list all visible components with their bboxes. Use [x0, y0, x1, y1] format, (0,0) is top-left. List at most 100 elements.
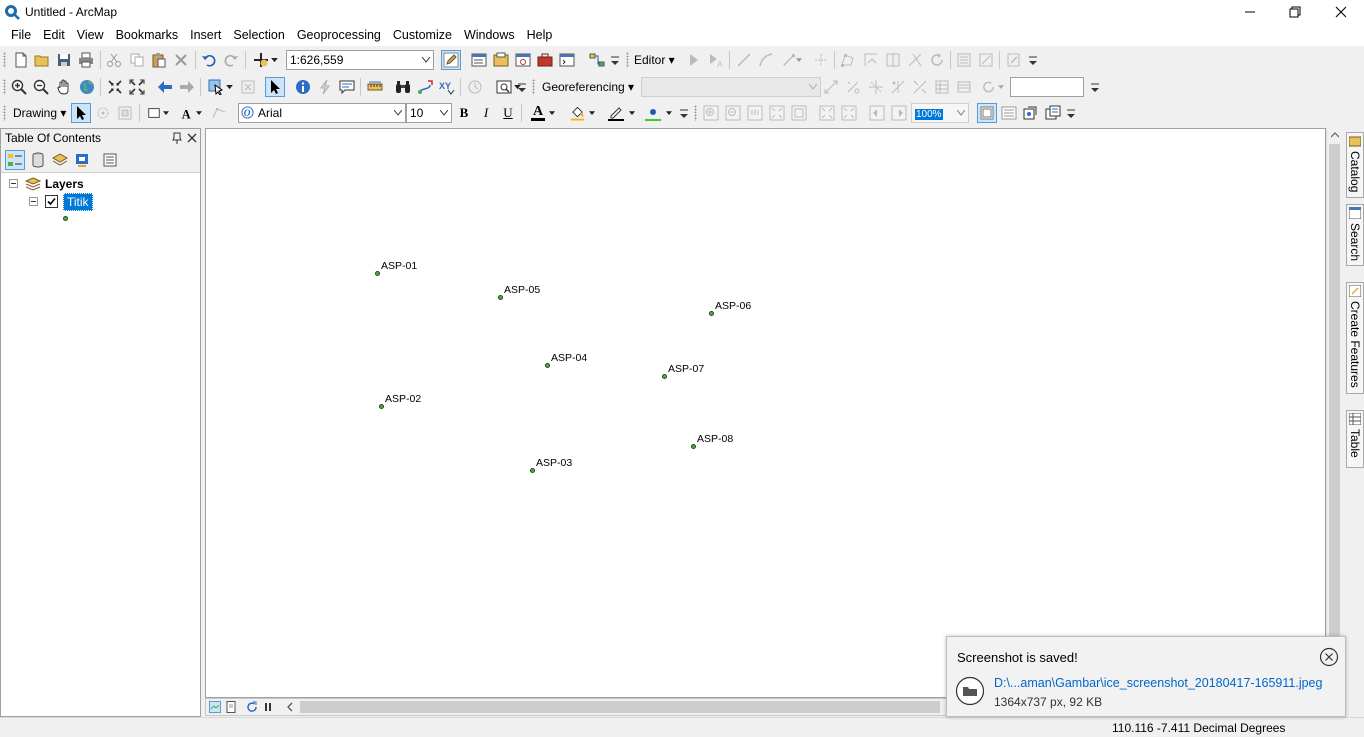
toolbar-overflow-button[interactable] [518, 82, 526, 94]
zoom-in-button[interactable] [9, 77, 29, 97]
layout-zoom-out-button[interactable] [723, 103, 743, 123]
identify-button[interactable] [293, 77, 313, 97]
python-window-button[interactable] [557, 50, 577, 70]
collapse-icon[interactable] [9, 179, 18, 188]
edit-tool-button[interactable] [684, 50, 704, 70]
close-notification-icon[interactable] [1319, 647, 1339, 667]
create-features-tab[interactable]: Create Features [1346, 282, 1364, 394]
print-button[interactable] [76, 50, 96, 70]
view-link-table-button[interactable] [932, 77, 952, 97]
modelbuilder-button[interactable] [584, 50, 610, 70]
data-view-icon[interactable] [209, 701, 221, 713]
search-window-button[interactable] [513, 50, 533, 70]
go-to-xy-button[interactable]: XY [437, 77, 457, 97]
rotate-tool-button[interactable] [927, 50, 947, 70]
map-scale-combo[interactable]: 1:626,559 [286, 50, 434, 70]
edit-vertices-button[interactable] [838, 50, 858, 70]
scroll-left-icon[interactable] [286, 702, 294, 712]
sketch-properties-button[interactable] [976, 50, 996, 70]
cut-polygons-button[interactable] [883, 50, 903, 70]
toolbar-grip[interactable] [3, 105, 6, 121]
vertical-scroll-thumb[interactable] [1329, 144, 1340, 694]
map-point-marker[interactable] [709, 311, 714, 316]
add-control-points-button[interactable] [821, 77, 841, 97]
italic-button[interactable]: I [476, 103, 496, 123]
delete-button[interactable] [171, 50, 191, 70]
editor-menu-button[interactable]: Editor ▾ [631, 50, 678, 70]
straight-segment-button[interactable] [734, 50, 754, 70]
focus-data-frame-button[interactable] [999, 103, 1019, 123]
font-size-combo[interactable]: 10 [406, 103, 452, 123]
select-elements-button[interactable] [265, 77, 285, 97]
georef-tool-button[interactable] [910, 77, 930, 97]
list-by-source-button[interactable] [28, 150, 48, 170]
toolbar-overflow-button[interactable] [680, 108, 688, 120]
layer-point-symbol[interactable] [63, 216, 68, 221]
horizontal-scroll-thumb[interactable] [300, 701, 940, 713]
edit-annotation-button[interactable]: A [706, 50, 726, 70]
redo-button[interactable] [221, 50, 241, 70]
layout-zoom-in-button[interactable] [701, 103, 721, 123]
menu-bookmarks[interactable]: Bookmarks [110, 24, 185, 46]
layer-visibility-checkbox[interactable] [45, 195, 58, 208]
endpoint-arc-button[interactable] [756, 50, 776, 70]
map-point-marker[interactable] [545, 363, 550, 368]
zoom-out-button[interactable] [31, 77, 51, 97]
copy-button[interactable] [127, 50, 147, 70]
cut-button[interactable] [104, 50, 124, 70]
toolbar-grip[interactable] [626, 52, 629, 68]
time-slider-button[interactable] [465, 77, 485, 97]
previous-extent-button[interactable] [155, 77, 175, 97]
layout-pan-button[interactable] [745, 103, 765, 123]
font-color-button[interactable]: A [527, 103, 559, 123]
menu-edit[interactable]: Edit [37, 24, 71, 46]
refresh-icon[interactable] [246, 701, 258, 713]
menu-customize[interactable]: Customize [387, 24, 458, 46]
fill-color-button[interactable] [566, 103, 598, 123]
bold-button[interactable]: B [454, 103, 474, 123]
raster-table-button[interactable] [954, 77, 974, 97]
map-point-marker[interactable] [662, 374, 667, 379]
fixed-zoom-in-button[interactable] [105, 77, 125, 97]
map-point-marker[interactable] [375, 271, 380, 276]
catalog-window-button[interactable] [491, 50, 511, 70]
search-tab[interactable]: Search [1346, 204, 1364, 266]
map-point-marker[interactable] [498, 295, 503, 300]
layer-name-titik[interactable]: Titik [63, 193, 93, 211]
full-extent-button[interactable] [77, 77, 97, 97]
menu-windows[interactable]: Windows [458, 24, 521, 46]
font-name-combo[interactable]: O Arial [238, 103, 406, 123]
construction-tools-button[interactable] [778, 50, 806, 70]
open-button[interactable] [32, 50, 52, 70]
arctoolbox-window-button[interactable] [535, 50, 555, 70]
toolbar-overflow-button[interactable] [1029, 55, 1037, 67]
add-data-button[interactable] [250, 50, 280, 70]
underline-button[interactable]: U [498, 103, 518, 123]
georeferencing-layer-combo[interactable] [641, 77, 821, 97]
pan-button[interactable] [54, 77, 74, 97]
toolbar-grip[interactable] [3, 79, 6, 95]
reshape-button[interactable] [861, 50, 881, 70]
draw-select-elements-button[interactable] [71, 103, 91, 123]
map-vertical-scrollbar[interactable] [1326, 128, 1342, 698]
split-tool-button[interactable] [905, 50, 925, 70]
list-by-selection-button[interactable] [72, 150, 92, 170]
toolbar-grip[interactable] [3, 52, 6, 68]
layout-view-icon[interactable] [225, 701, 237, 713]
trace-tool-button[interactable] [811, 50, 831, 70]
toolbar-overflow-button[interactable] [1067, 108, 1075, 120]
next-extent-button[interactable] [177, 77, 197, 97]
list-by-visibility-button[interactable] [50, 150, 70, 170]
toc-options-button[interactable] [100, 150, 120, 170]
shift-georef-button[interactable] [866, 77, 886, 97]
change-layout-button[interactable] [1021, 103, 1041, 123]
menu-geoprocessing[interactable]: Geoprocessing [291, 24, 387, 46]
data-driven-pages-button[interactable] [1043, 103, 1063, 123]
pause-drawing-icon[interactable] [262, 701, 274, 713]
layout-zoom-percent-combo[interactable]: 100% [911, 103, 969, 123]
minimize-button[interactable] [1227, 0, 1273, 24]
layout-zoom-whole-page-button[interactable] [767, 103, 787, 123]
menu-insert[interactable]: Insert [184, 24, 227, 46]
collapse-icon[interactable] [29, 197, 38, 206]
rectangle-tool-button[interactable] [144, 103, 172, 123]
